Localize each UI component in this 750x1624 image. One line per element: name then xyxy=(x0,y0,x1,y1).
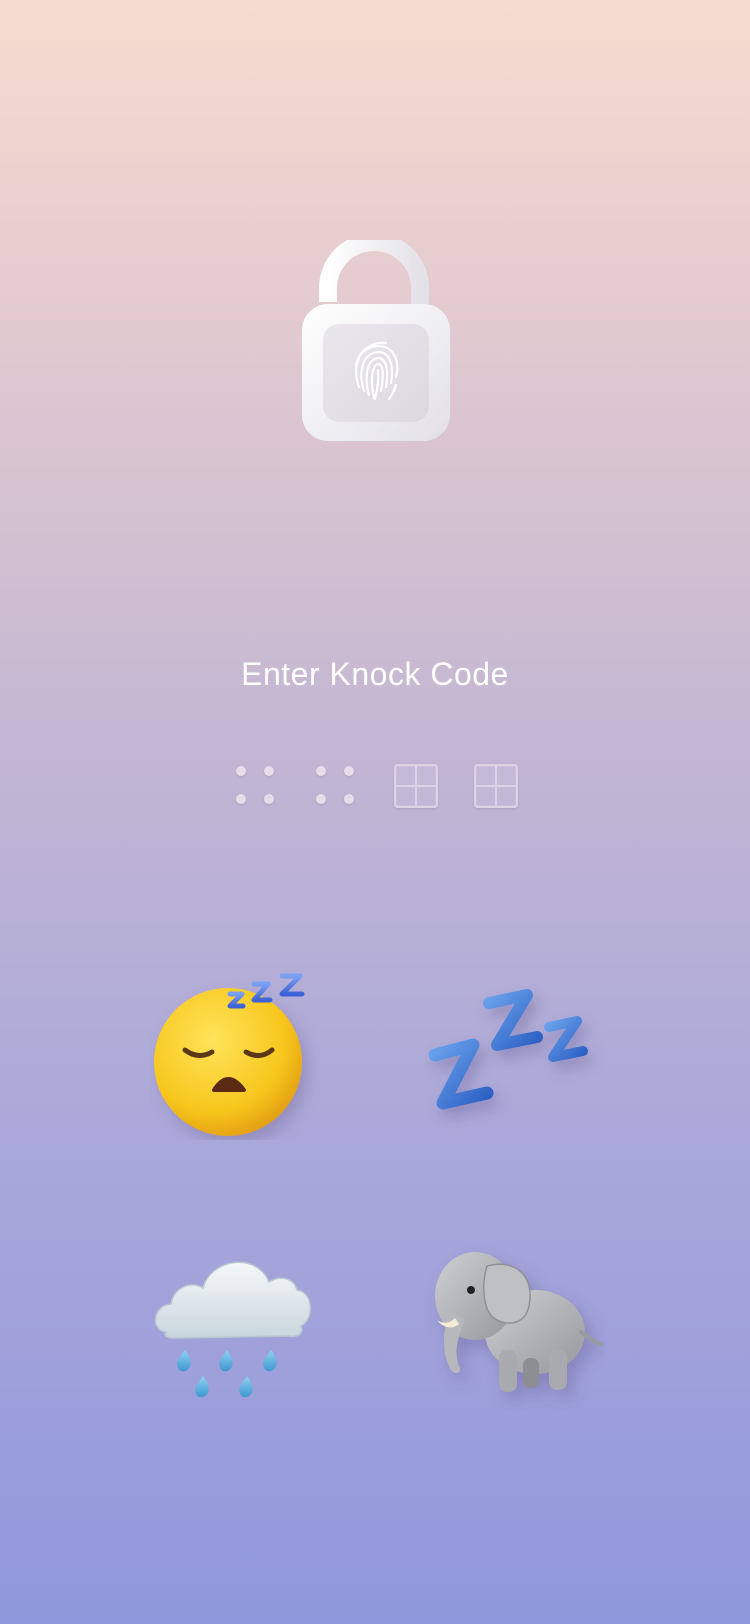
knock-cell-top-right[interactable] xyxy=(400,940,630,1170)
cloud-with-rain-icon xyxy=(154,1261,311,1398)
dots-pattern-icon xyxy=(312,762,360,810)
elephant-icon xyxy=(435,1252,603,1392)
knock-cell-top-left[interactable] xyxy=(120,940,350,1170)
padlock-svg xyxy=(302,240,450,441)
sleeping-face-icon xyxy=(154,973,305,1136)
knock-cell-bottom-right[interactable] xyxy=(400,1210,630,1440)
grid-empty-shape xyxy=(394,764,438,808)
knock-code-progress xyxy=(232,762,522,812)
dots-pattern-icon xyxy=(232,762,280,810)
knock-cell-bottom-left[interactable] xyxy=(120,1210,350,1440)
grid-empty-icon xyxy=(392,762,440,810)
grid-empty-icon xyxy=(472,762,520,810)
zzz-icon xyxy=(428,989,588,1110)
knock-pad xyxy=(0,940,750,1420)
page-title: Enter Knock Code xyxy=(241,656,509,692)
padlock-fingerprint-icon[interactable] xyxy=(302,240,450,445)
grid-empty-shape xyxy=(474,764,518,808)
